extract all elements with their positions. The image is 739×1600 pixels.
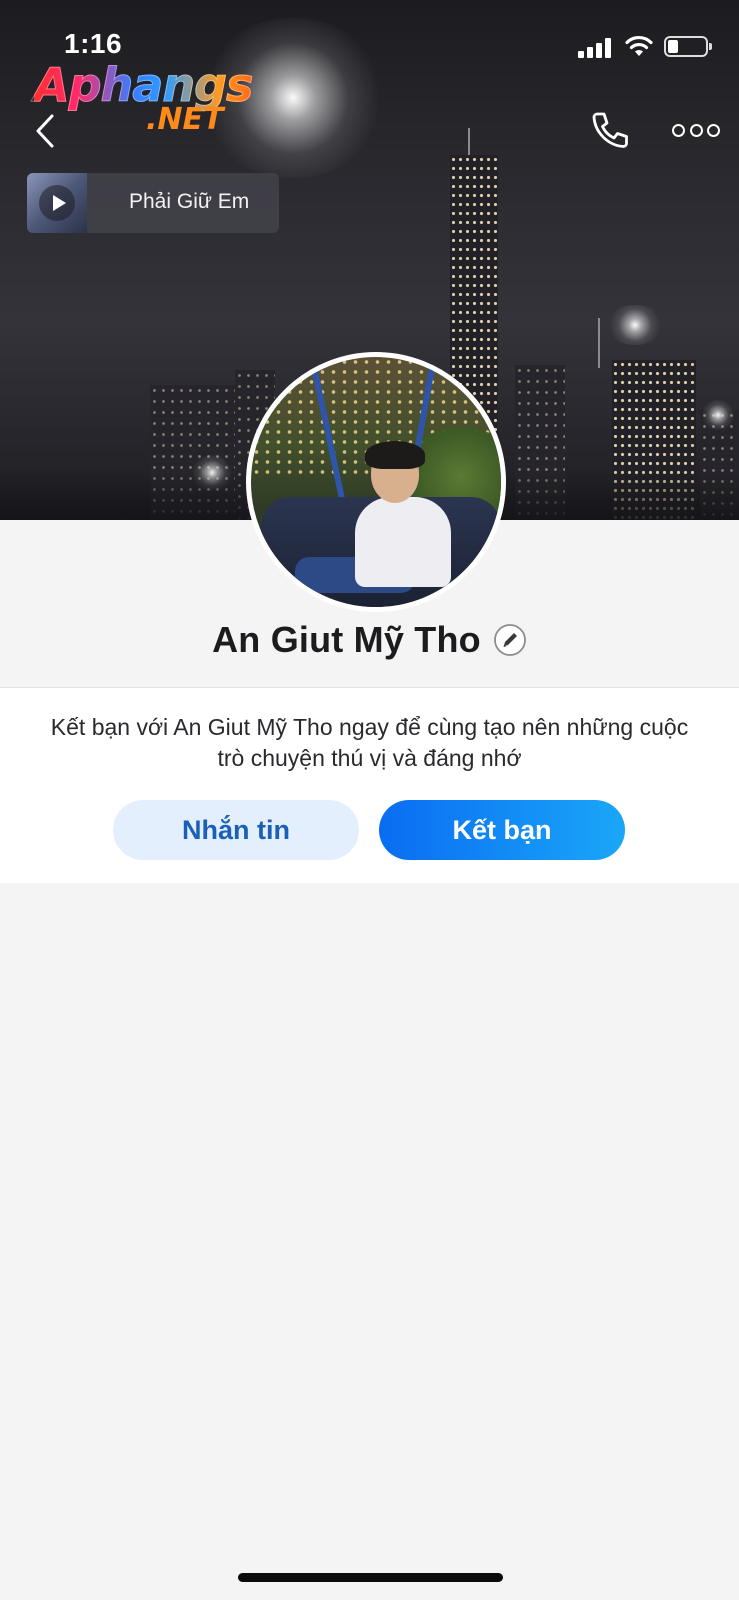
music-title: Phải Giữ Em [129, 190, 250, 213]
watermark-sub: .NET [146, 102, 224, 137]
profile-name-row: An Giut Mỹ Tho [0, 615, 739, 665]
profile-music[interactable]: Phải Giữ Em [27, 173, 279, 233]
street-light [700, 400, 736, 430]
pencil-icon[interactable] [493, 623, 527, 657]
music-thumbnail [27, 173, 87, 233]
more-dots-icon[interactable] [672, 118, 720, 142]
status-time: 1:16 [64, 28, 123, 59]
watermark-logo: Aphangs .NET [33, 58, 264, 138]
crane [598, 318, 600, 368]
wifi-icon [625, 35, 653, 56]
battery-icon [664, 36, 712, 57]
add-friend-card: Kết bạn với An Giut Mỹ Tho ngay để cùng … [0, 687, 739, 883]
tower-spire [468, 128, 470, 158]
signal-icon [578, 38, 614, 58]
message-button[interactable]: Nhắn tin [113, 800, 359, 860]
street-light [605, 305, 665, 345]
avatar[interactable] [246, 352, 506, 612]
add-friend-message: Kết bạn với An Giut Mỹ Tho ngay để cùng … [50, 714, 689, 771]
home-indicator[interactable] [238, 1573, 503, 1582]
chevron-left-icon[interactable] [28, 110, 62, 152]
add-friend-button[interactable]: Kết bạn [379, 800, 625, 860]
play-icon[interactable] [39, 185, 75, 221]
profile-name: An Giut Mỹ Tho [212, 619, 481, 660]
phone-icon[interactable] [588, 108, 632, 152]
